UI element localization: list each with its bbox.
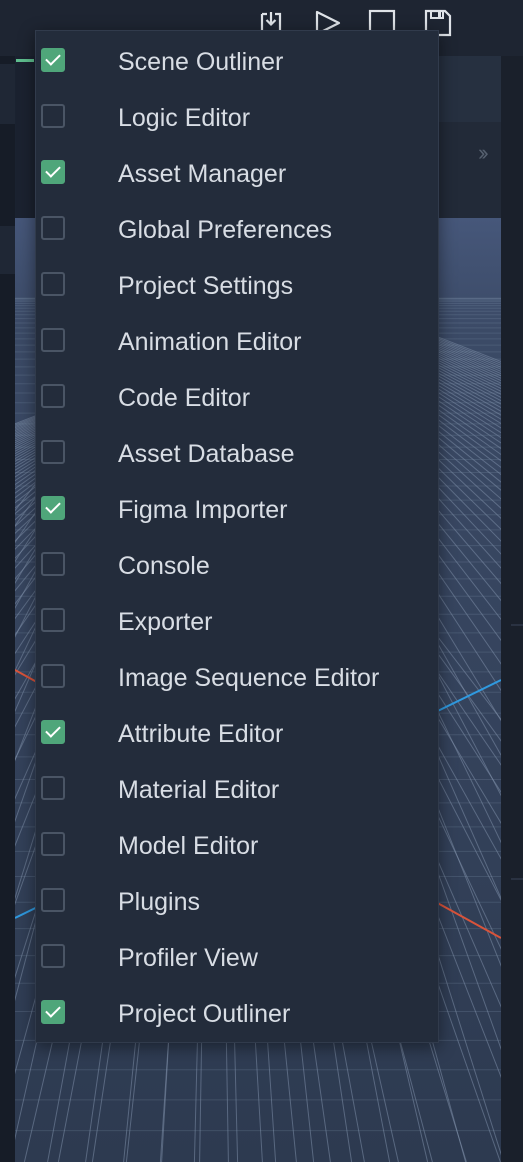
menu-item-model-editor[interactable]: Model Editor (36, 818, 438, 874)
menu-item-code-editor[interactable]: Code Editor (36, 370, 438, 426)
checkbox[interactable] (41, 104, 65, 128)
menu-item-label: Code Editor (118, 384, 251, 412)
checkbox[interactable] (41, 552, 65, 576)
menu-item-label: Attribute Editor (118, 720, 284, 748)
menu-item-material-editor[interactable]: Material Editor (36, 762, 438, 818)
checkbox[interactable] (41, 48, 65, 72)
menu-item-label: Asset Database (118, 440, 295, 468)
menu-item-asset-database[interactable]: Asset Database (36, 426, 438, 482)
menu-item-scene-outliner[interactable]: Scene Outliner (36, 34, 438, 90)
menu-item-asset-manager[interactable]: Asset Manager (36, 146, 438, 202)
menu-item-figma-importer[interactable]: Figma Importer (36, 482, 438, 538)
checkbox[interactable] (41, 832, 65, 856)
menu-item-label: Plugins (118, 888, 200, 916)
menu-item-console[interactable]: Console (36, 538, 438, 594)
menu-item-label: Image Sequence Editor (118, 664, 380, 692)
menu-item-label: Scene Outliner (118, 48, 284, 76)
menu-item-logic-editor[interactable]: Logic Editor (36, 90, 438, 146)
menu-item-label: Model Editor (118, 832, 259, 860)
menu-item-attribute-editor[interactable]: Attribute Editor (36, 706, 438, 762)
menu-item-label: Console (118, 552, 210, 580)
left-dock-strip (0, 56, 15, 1162)
checkbox[interactable] (41, 888, 65, 912)
menu-item-exporter[interactable]: Exporter (36, 594, 438, 650)
expand-chevron-icon[interactable]: ›› (478, 140, 488, 166)
menu-item-label: Figma Importer (118, 496, 288, 524)
checkbox[interactable] (41, 608, 65, 632)
menu-item-animation-editor[interactable]: Animation Editor (36, 314, 438, 370)
checkbox[interactable] (41, 496, 65, 520)
menu-item-label: Exporter (118, 608, 213, 636)
menu-item-project-settings[interactable]: Project Settings (36, 258, 438, 314)
menu-item-label: Material Editor (118, 776, 280, 804)
menu-item-label: Project Settings (118, 272, 294, 300)
menu-item-profiler-view[interactable]: Profiler View (36, 930, 438, 986)
menu-item-label: Asset Manager (118, 160, 287, 188)
checkbox[interactable] (41, 720, 65, 744)
checkbox[interactable] (41, 664, 65, 688)
right-dock-strip (501, 56, 523, 1162)
menu-item-image-sequence-editor[interactable]: Image Sequence Editor (36, 650, 438, 706)
menu-item-label: Logic Editor (118, 104, 251, 132)
menu-item-label: Animation Editor (118, 328, 302, 356)
checkbox[interactable] (41, 272, 65, 296)
menu-item-project-outliner[interactable]: Project Outliner (36, 986, 438, 1042)
checkbox[interactable] (41, 384, 65, 408)
checkbox[interactable] (41, 216, 65, 240)
menu-item-label: Profiler View (118, 944, 258, 972)
checkbox[interactable] (41, 440, 65, 464)
checkbox[interactable] (41, 328, 65, 352)
menu-item-global-preferences[interactable]: Global Preferences (36, 202, 438, 258)
panel-visibility-menu: Scene Outliner Logic Editor Asset Manager G… (35, 30, 439, 1043)
menu-item-label: Project Outliner (118, 1000, 291, 1028)
checkbox[interactable] (41, 776, 65, 800)
checkbox[interactable] (41, 944, 65, 968)
checkbox[interactable] (41, 160, 65, 184)
active-indicator (16, 59, 34, 62)
checkbox[interactable] (41, 1000, 65, 1024)
menu-item-plugins[interactable]: Plugins (36, 874, 438, 930)
menu-item-label: Global Preferences (118, 216, 333, 244)
right-panel-header (438, 56, 501, 218)
